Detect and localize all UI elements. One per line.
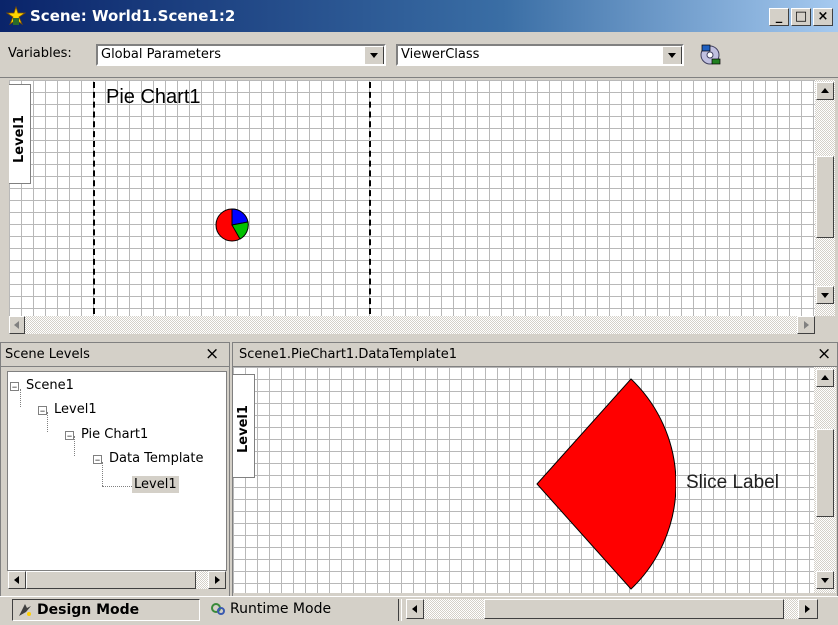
data-template-title: Scene1.PieChart1.DataTemplate1 (239, 347, 457, 362)
scroll-left-button[interactable] (8, 571, 26, 589)
scene-levels-title: Scene Levels (5, 347, 90, 362)
design-mode-icon (17, 602, 33, 622)
network-cd-icon[interactable] (698, 42, 722, 66)
scroll-up-button[interactable] (816, 82, 834, 100)
tab-runtime-mode-label: Runtime Mode (230, 601, 332, 617)
scroll-right-button[interactable] (798, 599, 818, 619)
minimize-button[interactable]: _ (769, 8, 789, 26)
tree-horizontal-scrollbar[interactable] (8, 571, 226, 589)
object-boundary-left (93, 82, 95, 314)
scroll-right-button[interactable] (797, 316, 815, 334)
scroll-up-button[interactable] (816, 369, 834, 387)
tree-item-label: Data Template (109, 451, 204, 466)
status-bar: Design Mode Runtime Mode (0, 596, 838, 625)
tab-splitter[interactable] (398, 599, 402, 621)
collapse-icon[interactable]: − (10, 382, 19, 392)
variables-dropdown-value: Global Parameters (101, 47, 222, 62)
tree-item-label: Pie Chart1 (81, 427, 149, 442)
tree-item-label: Scene1 (26, 378, 74, 393)
tab-design-mode[interactable]: Design Mode (12, 599, 200, 621)
scene-levels-header: Scene Levels × (1, 343, 229, 367)
horizontal-scrollbar[interactable] (9, 316, 815, 334)
class-dropdown[interactable]: ViewerClass (396, 44, 684, 66)
chevron-down-icon[interactable] (662, 46, 682, 64)
data-template-close-icon[interactable]: × (817, 344, 831, 364)
level-tab-label: Level1 (236, 405, 251, 453)
app-icon (5, 5, 27, 26)
variables-label: Variables: (8, 46, 72, 61)
maximize-button[interactable]: □ (791, 8, 811, 26)
title-bar[interactable]: Scene: World1.Scene1:2 _ □ × (0, 0, 838, 32)
close-button[interactable]: × (813, 8, 833, 26)
scene-levels-close-icon[interactable]: × (205, 344, 219, 364)
pie-slice-shape[interactable] (534, 376, 677, 592)
object-boundary-right (369, 82, 371, 314)
scene-tree[interactable]: − Scene1 − Level1 − Pie Chart1 − Data Te… (7, 371, 227, 571)
collapse-icon[interactable]: − (65, 431, 74, 441)
chevron-down-icon[interactable] (364, 46, 384, 64)
variables-dropdown[interactable]: Global Parameters (96, 44, 386, 66)
scroll-thumb[interactable] (816, 156, 834, 238)
scroll-thumb[interactable] (26, 571, 196, 589)
scroll-thumb[interactable] (484, 599, 784, 619)
scroll-down-button[interactable] (816, 286, 834, 304)
scroll-left-button[interactable] (9, 316, 25, 334)
data-template-header: Scene1.PieChart1.DataTemplate1 × (233, 343, 837, 367)
scroll-right-button[interactable] (208, 571, 226, 589)
template-vertical-scrollbar[interactable] (814, 367, 836, 593)
scene-canvas[interactable] (9, 80, 815, 316)
level-tab-top[interactable]: Level1 (9, 84, 31, 184)
scene-levels-panel: Scene Levels × − Scene1 − Level1 − Pie C… (0, 342, 230, 602)
scroll-left-button[interactable] (406, 599, 424, 619)
runtime-mode-icon (210, 601, 226, 621)
scroll-down-button[interactable] (816, 571, 834, 589)
tree-item-label-selected: Level1 (132, 476, 179, 493)
tree-item-label: Level1 (54, 402, 97, 417)
level-tab-label: Level1 (12, 115, 27, 163)
scroll-thumb[interactable] (816, 429, 834, 517)
vertical-scrollbar[interactable] (815, 80, 835, 316)
class-dropdown-value: ViewerClass (401, 47, 480, 62)
window-title: Scene: World1.Scene1:2 (30, 7, 236, 25)
level-tab-template[interactable]: Level1 (233, 374, 255, 478)
collapse-icon[interactable]: − (93, 455, 102, 465)
pie-chart-label: Pie Chart1 (106, 86, 201, 108)
tab-runtime-mode[interactable]: Runtime Mode (208, 600, 396, 620)
slice-label: Slice Label (686, 472, 779, 493)
template-horizontal-scrollbar[interactable] (406, 599, 818, 619)
pie-chart-object[interactable] (215, 208, 249, 242)
tab-design-mode-label: Design Mode (37, 602, 140, 618)
toolbar: Variables: Global Parameters ViewerClass (0, 32, 838, 78)
collapse-icon[interactable]: − (38, 406, 47, 416)
